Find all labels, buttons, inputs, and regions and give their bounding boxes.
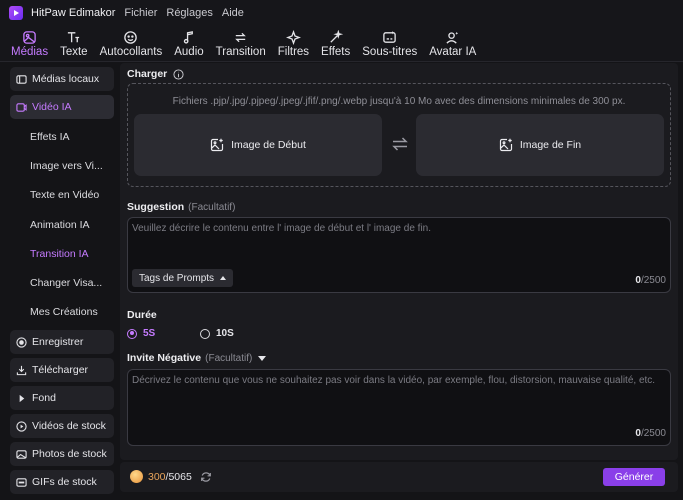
- sticker-icon: [124, 30, 138, 44]
- radio-unchecked-icon: [200, 328, 210, 339]
- sidebar-item-download[interactable]: Télécharger: [10, 358, 114, 383]
- sidebar-sub-ai-effects[interactable]: Effets IA: [10, 122, 114, 151]
- sidebar-sub-my-creations[interactable]: Mes Créations: [10, 298, 114, 327]
- upload-area[interactable]: Fichiers .pjp/.jpg/.pjpeg/.jpeg/.jfif/.p…: [127, 83, 671, 187]
- chevron-down-icon: [258, 355, 267, 361]
- sidebar-sub-image-to-video[interactable]: Image vers Vi...: [10, 151, 114, 180]
- suggestion-input[interactable]: Veuillez décrire le contenu entre l' ima…: [127, 217, 671, 293]
- app-name: HitPaw Edimakor: [31, 7, 116, 19]
- sidebar-item-stock-videos[interactable]: Vidéos de stock: [10, 414, 114, 439]
- stock-video-icon: [16, 420, 27, 432]
- negative-char-counter: 0/2500: [635, 428, 666, 439]
- duration-5s-radio[interactable]: 5S: [127, 328, 155, 339]
- local-media-icon: [16, 74, 27, 84]
- tab-filters[interactable]: Filtres: [272, 26, 315, 61]
- stock-photo-icon: [16, 449, 27, 459]
- duration-10s-radio[interactable]: 10S: [200, 328, 234, 339]
- sidebar-item-stock-photos[interactable]: Photos de stock: [10, 442, 114, 467]
- duration-label: Durée: [127, 309, 157, 321]
- tab-text[interactable]: Texte: [54, 26, 94, 61]
- coin-icon: [130, 470, 143, 483]
- tab-subtitles[interactable]: Sous-titres: [356, 26, 423, 61]
- transition-icon: [235, 32, 247, 42]
- tab-transition[interactable]: Transition: [210, 26, 272, 61]
- menu-settings[interactable]: Réglages: [166, 7, 212, 19]
- sidebar-sub-change-face[interactable]: Changer Visa...: [10, 268, 114, 297]
- negative-prompt-input[interactable]: Décrivez le contenu que vous ne souhaite…: [127, 369, 671, 446]
- app-logo-icon: [9, 6, 23, 20]
- negative-prompt-label[interactable]: Invite Négative (Facultatif): [127, 352, 267, 364]
- text-icon: [68, 31, 80, 42]
- tab-stickers[interactable]: Autocollants: [94, 26, 169, 61]
- menu-help[interactable]: Aide: [222, 7, 244, 19]
- prompt-tags-button[interactable]: Tags de Prompts: [132, 269, 234, 287]
- sidebar-item-background[interactable]: Fond: [10, 386, 114, 411]
- generate-button[interactable]: Générer: [603, 468, 665, 486]
- main-toolbar: Médias Texte Autocollants Audio Transiti…: [0, 26, 683, 62]
- negative-placeholder: Décrivez le contenu que vous ne souhaite…: [132, 375, 656, 386]
- sidebar-item-stock-gifs[interactable]: GIFs de stock: [10, 470, 114, 495]
- radio-checked-icon: [127, 328, 137, 339]
- credits-display: 300 /5065: [130, 470, 212, 483]
- suggestion-placeholder: Veuillez décrire le contenu entre l' ima…: [132, 223, 431, 234]
- menu-file[interactable]: Fichier: [124, 7, 157, 19]
- swap-icon[interactable]: [392, 137, 408, 151]
- sidebar-submenu: Effets IA Image vers Vi... Texte en Vidé…: [10, 122, 114, 327]
- bottom-bar: 300 /5065 Générer: [120, 462, 678, 492]
- record-icon: [16, 336, 27, 348]
- sidebar-item-ai-video[interactable]: Vidéo IA: [10, 95, 114, 119]
- sidebar-sub-ai-animation[interactable]: Animation IA: [10, 210, 114, 239]
- suggestion-label: Suggestion (Facultatif): [127, 201, 236, 213]
- sidebar-sub-ai-transition[interactable]: Transition IA: [10, 239, 114, 268]
- add-image-icon: [211, 138, 224, 152]
- suggestion-char-counter: 0/2500: [635, 275, 666, 286]
- media-icon: [23, 30, 36, 44]
- upload-section-label: Charger: [127, 68, 184, 80]
- ai-transition-panel: Charger Fichiers .pjp/.jpg/.pjpeg/.jpeg/…: [120, 63, 678, 460]
- credits-total: /5065: [165, 470, 192, 483]
- tab-audio[interactable]: Audio: [168, 26, 209, 61]
- ai-video-icon: [16, 102, 27, 112]
- download-icon: [16, 365, 27, 375]
- refresh-icon[interactable]: [200, 471, 212, 483]
- avatar-icon: [446, 31, 459, 44]
- sidebar-sub-text-to-video[interactable]: Texte en Vidéo: [10, 181, 114, 210]
- gif-icon: [16, 477, 27, 487]
- end-image-button[interactable]: Image de Fin: [416, 114, 664, 176]
- info-icon[interactable]: [173, 68, 184, 80]
- start-image-button[interactable]: Image de Début: [134, 114, 382, 176]
- tab-avatar[interactable]: Avatar IA: [423, 26, 482, 61]
- add-image-icon: [499, 138, 512, 152]
- audio-icon: [184, 30, 194, 44]
- sidebar-item-record[interactable]: Enregistrer: [10, 330, 114, 355]
- title-bar: HitPaw Edimakor Fichier Réglages Aide: [0, 0, 683, 26]
- credits-used: 300: [148, 470, 166, 483]
- background-icon: [19, 394, 25, 402]
- caret-up-icon: [220, 276, 227, 280]
- sidebar-item-local-media[interactable]: Médias locaux: [10, 67, 114, 91]
- effects-icon: [330, 29, 344, 43]
- tab-media[interactable]: Médias: [5, 26, 54, 61]
- upload-hint: Fichiers .pjp/.jpg/.pjpeg/.jpeg/.jfif/.p…: [172, 96, 626, 107]
- subtitles-icon: [383, 30, 397, 43]
- filter-icon: [285, 29, 301, 45]
- sidebar: Médias locaux Vidéo IA Effets IA Image v…: [0, 63, 120, 500]
- tab-effects[interactable]: Effets: [315, 26, 356, 61]
